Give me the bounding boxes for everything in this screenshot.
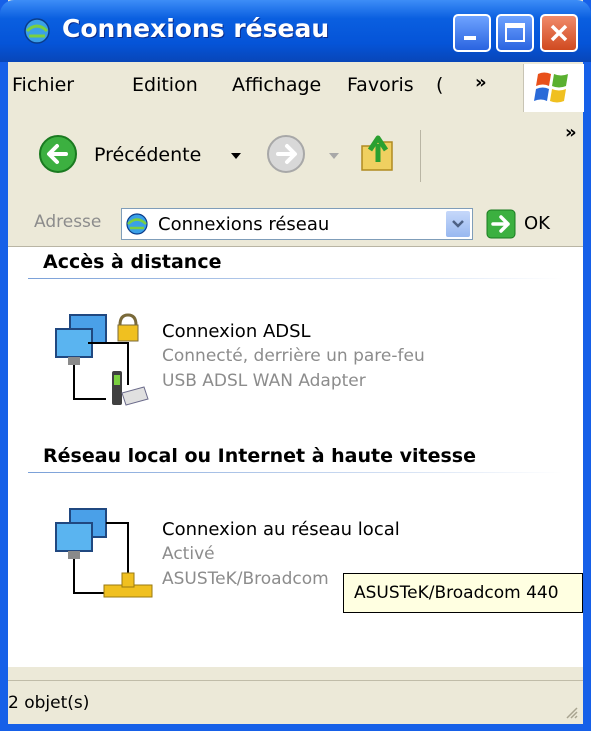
address-bar: Adresse Connexions réseau OK: [8, 200, 583, 247]
item-status: Connecté, derrière un pare-feu: [162, 346, 425, 366]
go-label: OK: [524, 213, 550, 234]
item-name: Connexion au réseau local: [162, 519, 400, 540]
back-label: Précédente: [94, 144, 202, 166]
maximize-button[interactable]: [496, 14, 534, 52]
back-arrow-icon: [39, 135, 77, 173]
item-device: USB ADSL WAN Adapter: [162, 371, 366, 391]
status-bar: 2 objet(s): [8, 680, 583, 724]
item-name: Connexion ADSL: [162, 321, 311, 342]
list-item-adsl[interactable]: Connexion ADSL Connecté, derrière un par…: [48, 307, 468, 417]
menu-outils-truncated[interactable]: (: [436, 74, 443, 96]
forward-dropdown-icon: [329, 153, 339, 159]
resize-grip-icon[interactable]: [563, 704, 579, 720]
forward-arrow-icon: [267, 135, 305, 173]
dialup-connection-icon: [55, 313, 149, 406]
address-value: Connexions réseau: [158, 214, 330, 235]
go-arrow-icon: [486, 209, 516, 239]
menu-favoris[interactable]: Favoris: [347, 74, 414, 96]
network-connections-icon: [24, 18, 50, 44]
forward-button[interactable]: [260, 132, 346, 176]
minimize-icon: [464, 36, 476, 40]
address-field[interactable]: Connexions réseau: [121, 208, 473, 240]
network-connections-icon: [126, 213, 148, 235]
group-divider: [28, 278, 563, 279]
tooltip: ASUSTeK/Broadcom 440: [343, 573, 583, 613]
title-bar[interactable]: Connexions réseau: [0, 0, 591, 62]
maximize-icon: [505, 23, 525, 42]
menu-edition[interactable]: Edition: [132, 74, 198, 96]
toolbar-separator: [420, 130, 421, 182]
window-title: Connexions réseau: [62, 14, 330, 43]
menu-affichage[interactable]: Affichage: [232, 74, 321, 96]
menu-fichier[interactable]: Fichier: [12, 74, 74, 96]
menu-overflow-chevron[interactable]: »: [475, 72, 487, 93]
group-divider: [28, 472, 563, 473]
windows-flag-icon: [534, 72, 568, 103]
go-button[interactable]: OK: [486, 208, 566, 240]
group-title-remote-access: Accès à distance: [43, 251, 222, 273]
minimize-button[interactable]: [453, 14, 491, 52]
menu-bar: Fichier Edition Affichage Favoris ( »: [8, 62, 583, 113]
close-button[interactable]: [540, 14, 578, 52]
windows-logo: [523, 64, 584, 112]
close-icon: [550, 24, 568, 42]
item-device: ASUSTeK/Broadcom: [162, 569, 329, 589]
address-label: Adresse: [34, 212, 102, 232]
toolbar-overflow-chevron[interactable]: »: [565, 122, 577, 143]
status-text: 2 objet(s): [8, 693, 90, 713]
group-title-lan: Réseau local ou Internet à haute vitesse: [43, 445, 476, 467]
explorer-window: Connexions réseau Fichier Edition Affich…: [0, 0, 591, 731]
address-dropdown-button[interactable]: [446, 211, 470, 237]
back-button[interactable]: Précédente: [34, 132, 242, 176]
lan-connection-icon: [55, 508, 153, 598]
chevron-down-icon: [452, 220, 464, 228]
folder-up-icon[interactable]: [358, 128, 402, 176]
toolbar: Précédente »: [8, 112, 583, 201]
back-dropdown-icon[interactable]: [230, 150, 242, 162]
item-status: Activé: [162, 544, 215, 564]
